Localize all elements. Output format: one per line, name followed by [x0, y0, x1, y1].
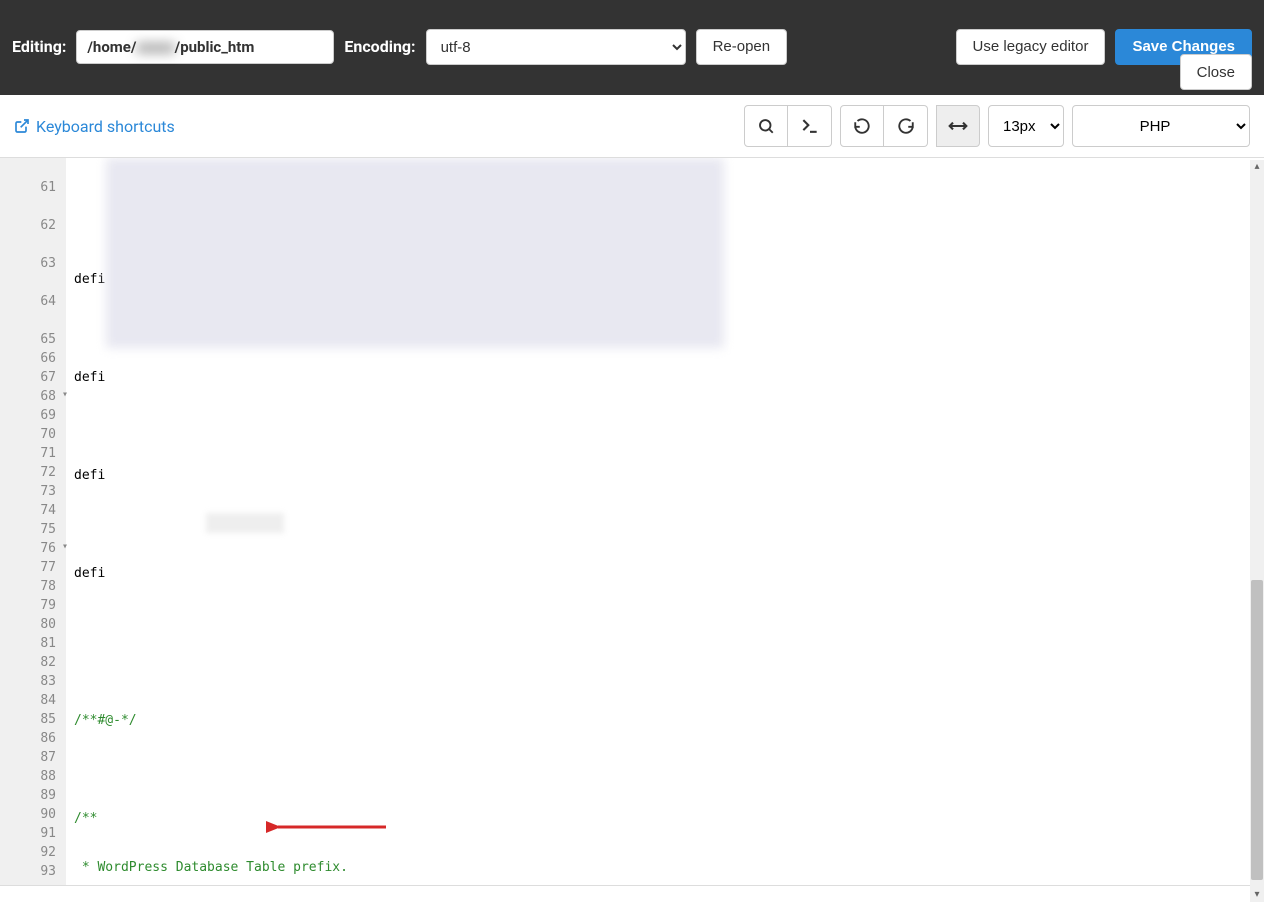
- line-number: 88: [0, 769, 66, 788]
- encoding-label: Encoding:: [344, 37, 415, 56]
- editor-container: 61 62 63 64 65666768697071727374757677787980…: [0, 158, 1264, 886]
- line-number: 82: [0, 655, 66, 674]
- line-number: 75: [0, 522, 66, 541]
- wrap-group: [936, 105, 980, 147]
- line-number-gutter: 61 62 63 64 65666768697071727374757677787980…: [0, 158, 66, 885]
- scroll-down-arrow[interactable]: ▾: [1250, 888, 1264, 902]
- legacy-editor-button[interactable]: Use legacy editor: [956, 29, 1106, 65]
- line-number: 80: [0, 617, 66, 636]
- keyboard-shortcuts-link[interactable]: Keyboard shortcuts: [14, 117, 175, 136]
- line-number: 78: [0, 579, 66, 598]
- undo-icon: [853, 117, 871, 135]
- line-number: 61: [0, 180, 66, 199]
- line-number: 87: [0, 750, 66, 769]
- search-icon: [757, 117, 775, 135]
- line-number: 62: [0, 218, 66, 237]
- code-area[interactable]: defi defi defi defi /**#@-*/ /** * WordP…: [66, 158, 1264, 885]
- line-number: 89: [0, 788, 66, 807]
- line-number: 86: [0, 731, 66, 750]
- line-number: 64: [0, 294, 66, 313]
- reopen-button[interactable]: Re-open: [696, 29, 788, 65]
- line-number: 74: [0, 503, 66, 522]
- scroll-thumb[interactable]: [1251, 580, 1263, 880]
- line-number: 69: [0, 408, 66, 427]
- undo-button[interactable]: [840, 105, 884, 147]
- terminal-icon: [800, 116, 820, 136]
- line-number: 81: [0, 636, 66, 655]
- file-path-input[interactable]: /home/xxxxx/public_htm: [76, 30, 334, 64]
- line-number: 71: [0, 446, 66, 465]
- scroll-up-arrow[interactable]: ▴: [1250, 160, 1264, 174]
- external-link-icon: [14, 118, 30, 134]
- font-size-select[interactable]: 13px: [988, 105, 1064, 147]
- wrap-toggle-button[interactable]: [936, 105, 980, 147]
- console-button[interactable]: [788, 105, 832, 147]
- vertical-scrollbar[interactable]: ▴ ▾: [1250, 160, 1264, 902]
- line-number: 70: [0, 427, 66, 446]
- search-console-group: [744, 105, 832, 147]
- editing-label: Editing:: [12, 37, 66, 56]
- line-number: 63: [0, 256, 66, 275]
- line-number: 93: [0, 864, 66, 883]
- line-number: 84: [0, 693, 66, 712]
- undo-redo-group: [840, 105, 928, 147]
- line-number: 79: [0, 598, 66, 617]
- line-number: 66: [0, 351, 66, 370]
- line-number: 76: [0, 541, 66, 560]
- line-number: 91: [0, 826, 66, 845]
- line-number: 72: [0, 465, 66, 484]
- line-number: 85: [0, 712, 66, 731]
- line-number: 73: [0, 484, 66, 503]
- line-number: 65: [0, 332, 66, 351]
- encoding-select[interactable]: utf-8: [426, 29, 686, 65]
- redacted-inline: [206, 513, 284, 533]
- redo-button[interactable]: [884, 105, 928, 147]
- line-number: 67: [0, 370, 66, 389]
- line-number: 83: [0, 674, 66, 693]
- editor-toolbar: Keyboard shortcuts 13px PHP: [0, 95, 1264, 158]
- redo-icon: [897, 117, 915, 135]
- line-number: 92: [0, 845, 66, 864]
- top-bar: Editing: /home/xxxxx/public_htm Encoding…: [0, 0, 1264, 95]
- close-button[interactable]: Close: [1180, 54, 1252, 90]
- language-select[interactable]: PHP: [1072, 105, 1250, 147]
- wrap-icon: [948, 120, 968, 132]
- redacted-block: [106, 158, 724, 348]
- line-number: 90: [0, 807, 66, 826]
- line-number: 68: [0, 389, 66, 408]
- line-number: 77: [0, 560, 66, 579]
- search-button[interactable]: [744, 105, 788, 147]
